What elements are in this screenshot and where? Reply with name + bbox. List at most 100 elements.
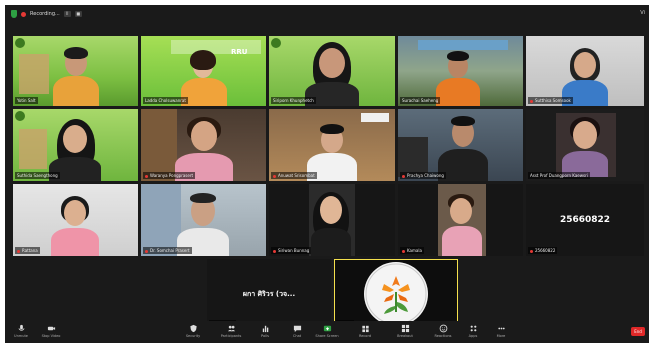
video-tile[interactable]: Waranya Pongprasert — [141, 109, 266, 181]
muted-mic-icon — [402, 174, 405, 178]
toolbar-label: More — [496, 334, 506, 338]
record-button[interactable]: Record — [357, 324, 373, 340]
toolbar-label: Breakout — [397, 334, 413, 338]
participant-name-tag: Asst Prof Duangporn Kaewsri — [528, 172, 590, 179]
chat-icon — [293, 325, 301, 333]
participant-name-tag: Sutthisa Somsook — [528, 97, 573, 104]
rru-logo: RRU — [231, 48, 248, 56]
muted-mic-icon — [530, 99, 533, 103]
muted-mic-icon — [273, 249, 276, 253]
id-only-tile[interactable]: 25660822 25660822 — [526, 184, 644, 256]
stop-video-button[interactable]: Stop Video — [41, 324, 61, 340]
toolbar-label: Share Screen — [315, 334, 339, 338]
participant-name-tag: Kamala — [400, 247, 424, 254]
stop-recording-button[interactable]: ■ — [74, 11, 82, 17]
toolbar-label: Polls — [261, 334, 269, 338]
toolbar-label: Record — [358, 334, 372, 338]
participant-name-tag: Dr. Somchai Prasert — [143, 247, 192, 254]
participant-name-tag: Siriwan Bunnag — [271, 247, 312, 254]
participant-body — [436, 78, 480, 106]
video-tile[interactable]: Rattana — [13, 184, 138, 256]
university-logo-icon — [15, 111, 25, 121]
video-tile[interactable]: Surachai Saeheng — [398, 36, 523, 106]
unmute-button[interactable]: Unmute — [13, 324, 29, 340]
record-icon — [361, 325, 369, 333]
participant-body — [51, 228, 99, 256]
record-dot-icon — [21, 11, 26, 17]
video-tile[interactable]: Siriwan Bunnag — [269, 184, 395, 256]
video-icon — [47, 326, 55, 331]
toolbar-label: Unmute — [14, 334, 28, 338]
video-tile[interactable]: Suthida Saengthong — [13, 109, 138, 181]
participant-name-tag: Prachya Chaiwong — [400, 172, 446, 179]
video-tile[interactable]: Siriporn Khunphetch — [269, 36, 395, 106]
polls-button[interactable]: Polls — [257, 324, 273, 340]
participant-name-tag: Anuwat Srisombat — [271, 172, 317, 179]
video-tile[interactable]: Yotin Salt — [13, 36, 138, 106]
participant-face — [574, 52, 596, 78]
participant-body — [442, 226, 482, 256]
name-only-tile[interactable]: ผกา ศิริวร (วจ... Wilaiwan — [207, 259, 331, 329]
video-tile[interactable]: Dr. Somchai Prasert — [141, 184, 266, 256]
apps-button[interactable]: Apps — [465, 324, 481, 340]
active-speaker-tile[interactable]: RRU — [334, 259, 458, 329]
participant-body — [311, 228, 351, 256]
university-logo-icon — [271, 38, 281, 48]
video-tile[interactable]: Kamala — [398, 184, 523, 256]
muted-mic-icon — [145, 174, 148, 178]
toolbar-label: Security — [185, 334, 201, 338]
participant-hair — [451, 116, 475, 126]
participant-name-tag: Surachai Saeheng — [400, 97, 441, 104]
toolbar-label: Chat — [292, 334, 302, 338]
video-tile[interactable]: Sutthisa Somsook — [526, 36, 644, 106]
share-screen-button[interactable]: Share Screen — [315, 324, 339, 340]
video-tile[interactable]: RRU Ladda Cholsuwanrat — [141, 36, 266, 106]
rru-emblem — [364, 262, 428, 326]
participant-hair — [190, 193, 216, 203]
zoom-window: Recording... II ■ Vi Yotin Salt RRU Ladd… — [5, 5, 649, 343]
participant-face — [450, 198, 472, 224]
more-icon — [497, 327, 505, 330]
breakout-button[interactable]: Breakout — [397, 324, 413, 340]
people-icon — [227, 325, 235, 332]
muted-mic-icon — [145, 249, 148, 253]
video-tile[interactable]: Prachya Chaiwong — [398, 109, 523, 181]
building-image — [19, 54, 49, 94]
participant-name-tag: Suthida Saengthong — [15, 172, 60, 179]
chair-image — [398, 137, 428, 177]
participant-name-tag: Yotin Salt — [15, 97, 38, 104]
building-image — [19, 129, 47, 169]
video-tile[interactable]: Asst Prof Duangporn Kaewsri — [526, 109, 644, 181]
pause-recording-button[interactable]: II — [63, 11, 71, 17]
reactions-button[interactable]: Reactions — [434, 324, 452, 340]
muted-mic-icon — [402, 249, 405, 253]
chat-button[interactable]: Chat — [289, 324, 305, 340]
more-button[interactable]: More — [493, 324, 509, 340]
participant-face — [64, 200, 86, 226]
view-button[interactable]: Vi — [640, 10, 645, 16]
university-logo-icon — [15, 38, 25, 48]
participant-body — [53, 76, 99, 106]
security-shield-icon[interactable] — [11, 10, 17, 18]
participant-name-tag: Waranya Pongprasert — [143, 172, 196, 179]
top-bar: Recording... II ■ Vi — [5, 5, 649, 23]
participant-face — [191, 121, 217, 151]
participant-face — [320, 196, 342, 224]
participant-name-tag: Siriporn Khunphetch — [271, 97, 316, 104]
breakout-icon — [401, 324, 409, 333]
end-meeting-button[interactable]: End — [631, 327, 645, 336]
window-background — [141, 184, 181, 256]
meeting-toolbar: Unmute Stop Video Security Participants … — [5, 321, 649, 343]
participant-hair — [190, 50, 216, 70]
toolbar-label: Stop Video — [41, 334, 61, 338]
video-tile[interactable]: Anuwat Srisombat — [269, 109, 395, 181]
participants-button[interactable]: Participants — [221, 324, 241, 340]
share-icon — [323, 325, 331, 332]
participant-face — [319, 48, 345, 78]
participant-hair — [447, 51, 469, 61]
recording-indicator: Recording... II ■ — [11, 9, 82, 19]
security-button[interactable]: Security — [185, 324, 201, 340]
participant-hair — [320, 124, 344, 134]
muted-mic-icon — [530, 249, 533, 253]
participant-id-text: 25660822 — [559, 215, 611, 225]
